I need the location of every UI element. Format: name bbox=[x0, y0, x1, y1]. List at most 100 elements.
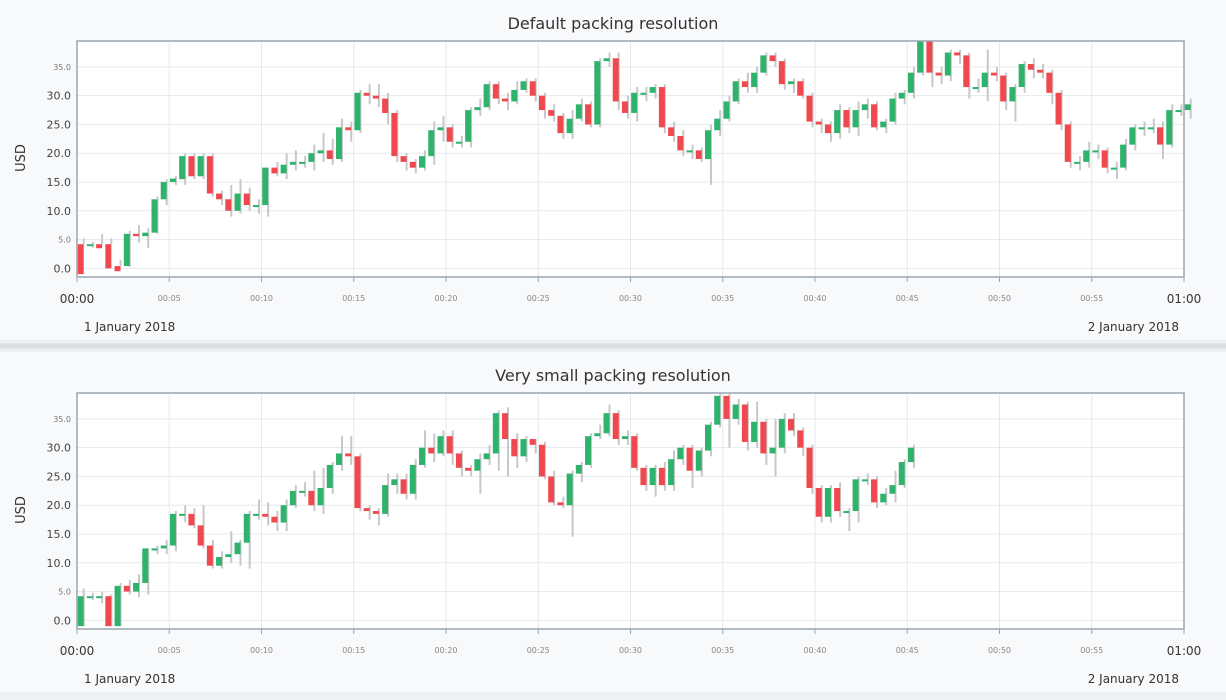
candle-body bbox=[409, 161, 416, 168]
candle-body bbox=[280, 505, 287, 523]
candle-up bbox=[1166, 104, 1174, 148]
candle-body bbox=[658, 467, 665, 486]
candle-body bbox=[1055, 92, 1062, 125]
candle-body bbox=[880, 121, 887, 128]
candle-body bbox=[658, 87, 665, 128]
candle-body bbox=[419, 156, 426, 168]
candle-body bbox=[963, 55, 970, 88]
candle-body bbox=[714, 118, 721, 131]
candle-body bbox=[621, 436, 628, 440]
x-tick-label: 00:25 bbox=[527, 294, 550, 303]
candle-up bbox=[151, 196, 159, 234]
candle-body bbox=[197, 156, 204, 177]
candle-body bbox=[354, 456, 361, 509]
candle-body bbox=[649, 467, 656, 486]
candle-body bbox=[557, 115, 564, 134]
candle-body bbox=[114, 266, 121, 272]
candle-body bbox=[428, 447, 435, 454]
candle-body bbox=[732, 81, 739, 102]
candle-body bbox=[529, 439, 536, 445]
candle-body bbox=[206, 156, 213, 194]
candle-body bbox=[575, 464, 582, 474]
candle-body bbox=[271, 167, 278, 174]
candle-body bbox=[133, 233, 140, 237]
candle-body bbox=[538, 95, 545, 111]
candle-body bbox=[806, 447, 813, 488]
candle-body bbox=[990, 72, 997, 76]
candle-body bbox=[695, 150, 702, 159]
panel-divider bbox=[0, 343, 1226, 349]
y-tick-label: 15.0 bbox=[47, 176, 72, 189]
candle-body bbox=[299, 490, 306, 493]
y-axis-label: USD bbox=[14, 496, 29, 524]
candle-body bbox=[852, 479, 859, 511]
x-tick-label: 00:55 bbox=[1080, 294, 1103, 303]
candle-body bbox=[603, 58, 610, 62]
candle-body bbox=[520, 81, 527, 90]
candle-body bbox=[907, 72, 914, 93]
candle-body bbox=[437, 127, 444, 131]
candle-body bbox=[252, 513, 259, 516]
candle-body bbox=[594, 61, 601, 125]
candle-body bbox=[1073, 161, 1080, 164]
y-tick-label: 5.0 bbox=[58, 588, 71, 597]
x-tick-label: 00:05 bbox=[158, 646, 181, 655]
candle-body bbox=[391, 479, 398, 486]
candle-down bbox=[658, 84, 666, 134]
candle-body bbox=[96, 244, 103, 249]
candle-up bbox=[114, 582, 122, 627]
candle-body bbox=[133, 582, 140, 592]
chart-default-packing: Default packing resolution USD 1 January… bbox=[14, 14, 1201, 334]
candle-body bbox=[871, 479, 878, 503]
candle-body bbox=[483, 453, 490, 460]
candle-body bbox=[280, 164, 287, 174]
candle-body bbox=[917, 41, 924, 73]
candle-body bbox=[566, 118, 573, 134]
candle-body bbox=[382, 485, 389, 514]
candle-body bbox=[179, 513, 186, 516]
candle-body bbox=[760, 421, 767, 454]
candle-body bbox=[1037, 69, 1044, 73]
candle-body bbox=[778, 61, 785, 85]
candle-up bbox=[197, 153, 205, 180]
candle-body bbox=[585, 436, 592, 465]
candle-up bbox=[123, 230, 131, 267]
x-tick-label: 00:20 bbox=[434, 294, 457, 303]
x-tick-label: 00:35 bbox=[711, 646, 734, 655]
candle-body bbox=[252, 205, 259, 208]
candle-body bbox=[797, 430, 804, 448]
candle-body bbox=[1018, 64, 1025, 88]
candle-body bbox=[299, 161, 306, 164]
candle-body bbox=[188, 156, 195, 177]
candle-body bbox=[843, 110, 850, 128]
x-tick-label: 00:40 bbox=[803, 294, 826, 303]
candle-body bbox=[262, 513, 269, 517]
y-tick-label: 0.0 bbox=[54, 262, 72, 275]
candle-body bbox=[548, 110, 555, 116]
candle-body bbox=[243, 193, 250, 206]
x-tick-label: 00:15 bbox=[342, 294, 365, 303]
candle-body bbox=[400, 479, 407, 494]
candle-down bbox=[1064, 121, 1072, 168]
candle-body bbox=[1046, 72, 1053, 93]
candle-body bbox=[640, 92, 647, 95]
candle-body bbox=[797, 81, 804, 96]
candle-body bbox=[216, 193, 223, 200]
candle-body bbox=[1110, 167, 1117, 170]
candle-body bbox=[668, 127, 675, 136]
candle-body bbox=[741, 81, 748, 88]
start-date-label: 1 January 2018 bbox=[84, 320, 175, 334]
candle-up bbox=[409, 459, 417, 500]
candle-body bbox=[160, 182, 167, 200]
candle-body bbox=[907, 447, 914, 463]
x-tick-label: 00:30 bbox=[619, 646, 642, 655]
candle-body bbox=[704, 424, 711, 451]
candle-body bbox=[446, 127, 453, 142]
candle-body bbox=[502, 413, 509, 440]
candle-body bbox=[391, 112, 398, 157]
candle-body bbox=[575, 104, 582, 119]
candle-up bbox=[465, 107, 473, 148]
candle-body bbox=[142, 232, 149, 237]
candle-body bbox=[345, 453, 352, 457]
candle-body bbox=[824, 124, 831, 134]
